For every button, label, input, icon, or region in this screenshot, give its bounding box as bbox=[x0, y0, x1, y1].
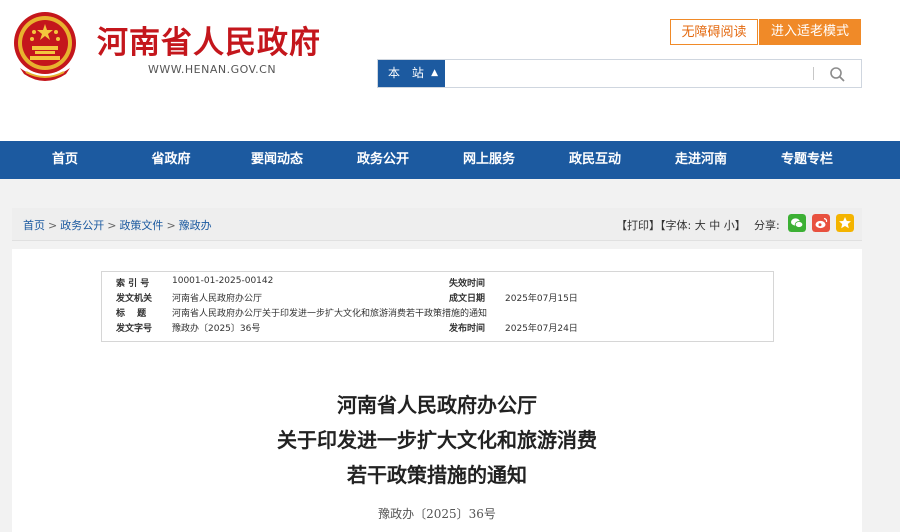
meta-label: 发文机关 bbox=[116, 294, 153, 304]
site-url: WWW.HENAN.GOV.CN bbox=[148, 63, 277, 76]
article-doc-number: 豫政办〔2025〕36号 bbox=[378, 507, 496, 521]
font-size-close: 】 bbox=[734, 219, 746, 232]
search-input[interactable] bbox=[448, 61, 812, 88]
font-small-button[interactable]: 小 bbox=[724, 219, 735, 232]
meta-label: 失效时间 bbox=[449, 279, 486, 289]
breadcrumb-yuzhengban[interactable]: 豫政办 bbox=[179, 219, 212, 232]
search-scope-select[interactable]: 本 站 ▲ bbox=[378, 60, 445, 87]
search-divider bbox=[813, 67, 814, 80]
breadcrumb-gov-affairs[interactable]: 政务公开 bbox=[60, 219, 104, 232]
breadcrumb-home[interactable]: 首页 bbox=[23, 219, 45, 232]
meta-value: 2025年07月15日 bbox=[505, 294, 578, 304]
article-title-line-1: 河南省人民政府办公厅 bbox=[337, 393, 537, 417]
weibo-icon[interactable] bbox=[812, 214, 830, 232]
nav-item-special-topics[interactable]: 专题专栏 bbox=[754, 141, 860, 179]
main-nav: 首页 省政府 要闻动态 政务公开 网上服务 政民互动 走进河南 专题专栏 bbox=[0, 141, 900, 179]
nav-item-provincial-gov[interactable]: 省政府 bbox=[118, 141, 224, 179]
nav-item-interaction[interactable]: 政民互动 bbox=[542, 141, 648, 179]
meta-label: 发文字号 bbox=[116, 324, 153, 334]
meta-value: 河南省人民政府办公厅关于印发进一步扩大文化和旅游消费若干政策措施的通知 bbox=[172, 309, 488, 319]
font-large-button[interactable]: 大 bbox=[695, 219, 706, 232]
article-tools: 【打印】【字体: 大 中 小】 bbox=[616, 217, 746, 233]
article-title-line-3: 若干政策措施的通知 bbox=[347, 463, 527, 487]
breadcrumb-bar: 首页 > 政务公开 > 政策文件 > 豫政办 【打印】【字体: 大 中 小】 分享: bbox=[12, 208, 862, 241]
meta-value: 豫政办〔2025〕36号 bbox=[172, 324, 261, 334]
meta-row: 发文机关 河南省人民政府办公厅 成文日期 2025年07月15日 bbox=[102, 291, 773, 305]
breadcrumb-separator: > bbox=[107, 219, 117, 232]
up-down-arrow-icon: ▲ bbox=[431, 68, 438, 78]
national-emblem-icon[interactable] bbox=[12, 10, 78, 84]
meta-value: 10001-01-2025-00142 bbox=[172, 276, 274, 286]
nav-item-gov-affairs[interactable]: 政务公开 bbox=[330, 141, 436, 179]
elder-mode-button[interactable]: 进入适老模式 bbox=[759, 19, 861, 45]
article-content: 索 引 号 10001-01-2025-00142 失效时间 发文机关 河南省人… bbox=[12, 249, 862, 532]
site-title[interactable]: 河南省人民政府 bbox=[97, 17, 321, 62]
search-icon[interactable] bbox=[826, 64, 850, 84]
favorite-star-icon[interactable] bbox=[836, 214, 854, 232]
nav-item-home[interactable]: 首页 bbox=[12, 141, 118, 179]
search-box: 本 站 ▲ bbox=[377, 59, 862, 88]
breadcrumb: 首页 > 政务公开 > 政策文件 > 豫政办 bbox=[23, 217, 212, 233]
breadcrumb-separator: > bbox=[166, 219, 176, 232]
font-size-label: 【字体: bbox=[660, 219, 692, 232]
breadcrumb-policy-docs[interactable]: 政策文件 bbox=[119, 219, 163, 232]
print-button[interactable]: 【打印】 bbox=[616, 219, 660, 232]
meta-label: 索 引 号 bbox=[116, 279, 150, 289]
meta-label: 标 题 bbox=[116, 309, 147, 319]
wechat-icon[interactable] bbox=[788, 214, 806, 232]
share-label: 分享: bbox=[754, 219, 780, 232]
font-medium-button[interactable]: 中 bbox=[709, 219, 720, 232]
accessibility-reading-button[interactable]: 无障碍阅读 bbox=[670, 19, 758, 45]
document-meta-table: 索 引 号 10001-01-2025-00142 失效时间 发文机关 河南省人… bbox=[101, 271, 774, 342]
nav-item-online-service[interactable]: 网上服务 bbox=[436, 141, 542, 179]
nav-item-about-henan[interactable]: 走进河南 bbox=[648, 141, 754, 179]
meta-label: 发布时间 bbox=[449, 324, 486, 334]
meta-label: 成文日期 bbox=[449, 294, 486, 304]
nav-item-news[interactable]: 要闻动态 bbox=[224, 141, 330, 179]
breadcrumb-separator: > bbox=[48, 219, 58, 232]
site-header: 河南省人民政府 WWW.HENAN.GOV.CN 无障碍阅读 进入适老模式 本 … bbox=[0, 0, 900, 141]
article-title-line-2: 关于印发进一步扩大文化和旅游消费 bbox=[277, 428, 597, 452]
meta-row: 发文字号 豫政办〔2025〕36号 发布时间 2025年07月24日 bbox=[102, 321, 773, 335]
meta-row: 索 引 号 10001-01-2025-00142 失效时间 bbox=[102, 276, 773, 290]
meta-row: 标 题 河南省人民政府办公厅关于印发进一步扩大文化和旅游消费若干政策措施的通知 bbox=[102, 306, 773, 320]
meta-value: 2025年07月24日 bbox=[505, 324, 578, 334]
meta-value: 河南省人民政府办公厅 bbox=[172, 294, 263, 304]
